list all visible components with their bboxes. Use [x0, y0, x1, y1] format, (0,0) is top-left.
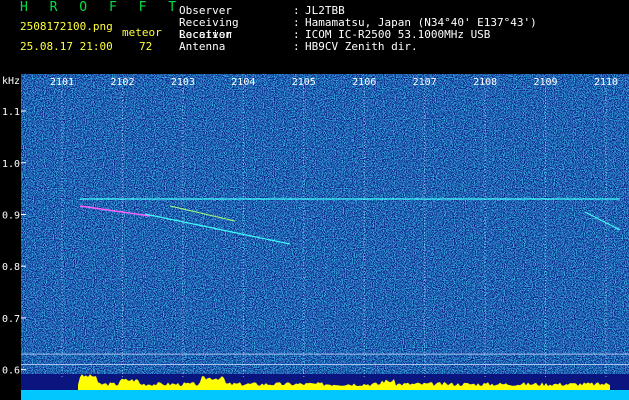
spectrogram-chart: 2101 2102 2103 2104 2105 2106 2107 2108 2109 2110… [2, 74, 629, 400]
x-tick-label: 2107 [413, 77, 437, 88]
y-tick-label: 0.6 [2, 366, 20, 377]
histogram-base [21, 390, 629, 400]
y-tick-label: 0.9 [2, 210, 20, 221]
meteor-label: meteor [122, 26, 162, 39]
x-tick-label: 2105 [292, 77, 316, 88]
y-tick-label: 0.7 [2, 314, 20, 325]
x-tick-label: 2108 [473, 77, 497, 88]
observation-datetime: 25.08.17 21:00 [20, 40, 113, 53]
image-filename: 2508172100.png [20, 20, 113, 33]
antenna-key: Antenna [179, 40, 226, 53]
x-tick-label: 2102 [110, 77, 134, 88]
y-tick-label: 0.8 [2, 262, 20, 273]
header-panel: H R O F F T 2508172100.png meteor 25.08.… [0, 0, 629, 74]
app-title: H R O F F T [20, 0, 184, 15]
x-tick-label: 2109 [534, 77, 558, 88]
x-tick-label: 2106 [352, 77, 376, 88]
x-tick-label: 2101 [50, 77, 74, 88]
noise-texture [21, 74, 629, 374]
antenna-row: Antenna : HB9CV Zenith dir. [179, 41, 418, 53]
x-tick-label: 2103 [171, 77, 195, 88]
x-tick-label: 2110 [594, 77, 618, 88]
x-tick-label: 2104 [231, 77, 255, 88]
y-tick-label: 1.1 [2, 107, 20, 118]
antenna-value: HB9CV Zenith dir. [305, 40, 418, 53]
meteor-count: 72 [139, 40, 153, 53]
y-axis-unit: kHz [2, 76, 20, 87]
y-tick-label: 1.0 [2, 159, 20, 170]
antenna-sep: : [293, 40, 300, 53]
